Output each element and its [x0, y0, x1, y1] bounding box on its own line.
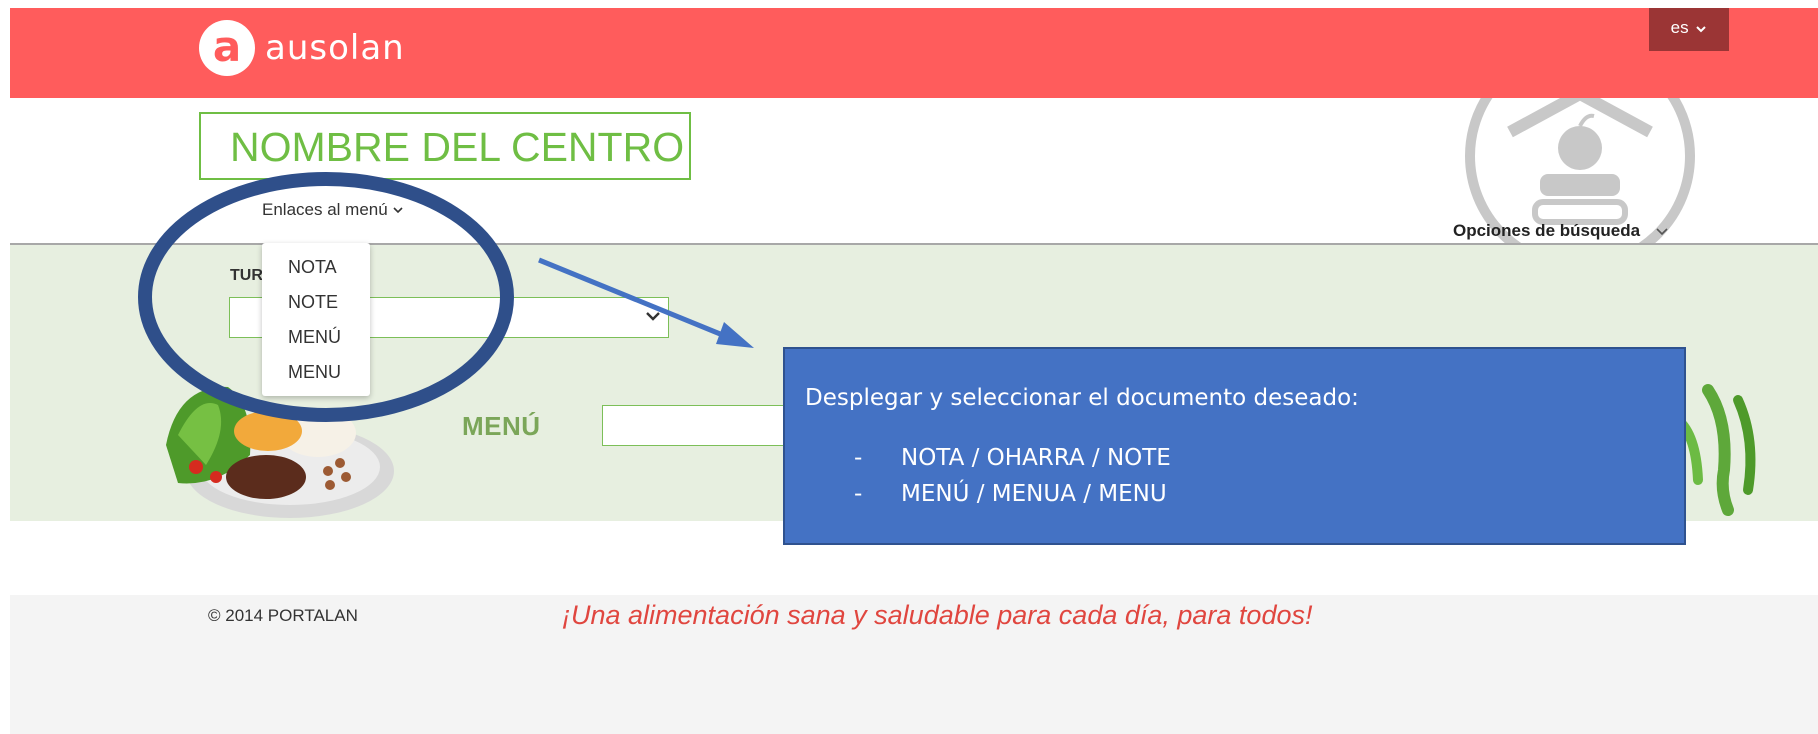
- menu-links-dropdown: NOTA NOTE MENÚ MENU: [262, 243, 370, 396]
- menu-links-toggle[interactable]: Enlaces al menú: [262, 198, 404, 222]
- callout-bullet-marker: -: [854, 481, 863, 507]
- footer-copyright: © 2014 PORTALAN: [208, 606, 358, 625]
- chevron-down-icon: [646, 312, 660, 321]
- logo-mark-letter: a: [212, 22, 242, 71]
- menu-links-label: Enlaces al menú: [262, 200, 388, 219]
- footer-slogan: ¡Una alimentación sana y saludable para …: [562, 600, 1313, 630]
- callout-bullet-2: MENÚ / MENUA / MENU: [901, 481, 1167, 507]
- callout-bullet-marker: -: [854, 445, 863, 471]
- menu-select[interactable]: [602, 405, 792, 446]
- center-name-title: NOMBRE DEL CENTRO: [199, 112, 691, 180]
- dropdown-item-nota[interactable]: NOTA: [288, 255, 337, 279]
- food-plate-icon: [158, 375, 398, 520]
- chevron-down-icon: [393, 207, 403, 214]
- search-options-toggle[interactable]: Opciones de búsqueda: [1453, 220, 1669, 242]
- chevron-down-icon: [1656, 228, 1668, 236]
- menu-field-label: MENÚ: [462, 411, 541, 441]
- logo-text[interactable]: ausolan: [265, 24, 405, 72]
- callout-title: Desplegar y seleccionar el documento des…: [805, 385, 1359, 411]
- logo-icon[interactable]: a: [199, 20, 255, 76]
- language-label: es: [1670, 18, 1689, 37]
- instruction-callout: Desplegar y seleccionar el documento des…: [783, 347, 1686, 545]
- dropdown-item-note[interactable]: NOTE: [288, 290, 338, 314]
- turno-label: TUR: [230, 267, 263, 284]
- dropdown-item-menu-en[interactable]: MENU: [288, 360, 341, 384]
- language-selector[interactable]: es: [1649, 8, 1729, 51]
- chevron-down-icon: [1696, 25, 1707, 32]
- callout-bullet-1: NOTA / OHARRA / NOTE: [901, 445, 1171, 471]
- dropdown-item-menu-es[interactable]: MENÚ: [288, 325, 341, 349]
- search-options-label: Opciones de búsqueda: [1453, 221, 1641, 240]
